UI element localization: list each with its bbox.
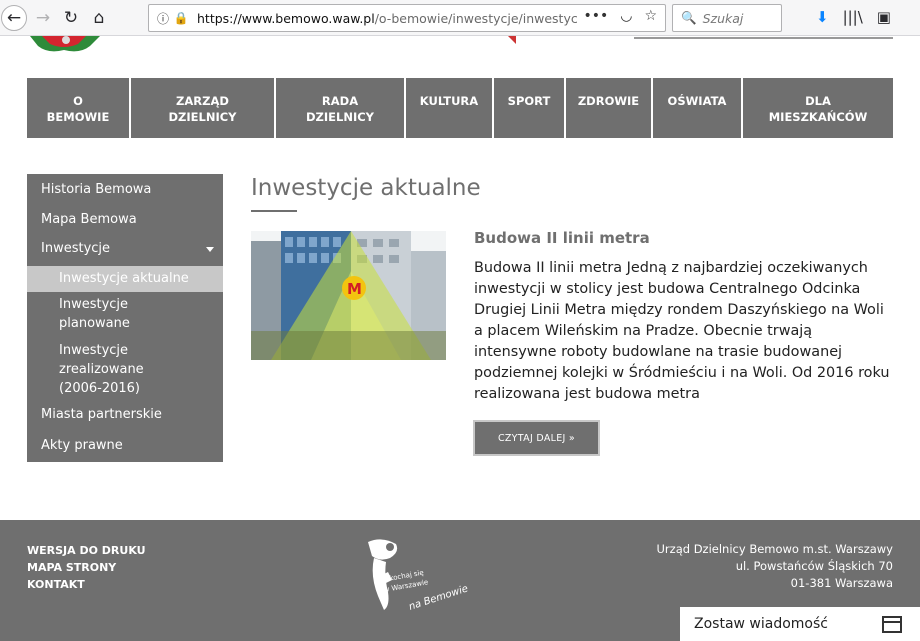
nav-rada-dzielnicy[interactable]: RADA DZIELNICY: [276, 78, 406, 138]
sidebar: Historia Bemowa Mapa Bemowa Inwestycje I…: [27, 174, 223, 462]
sidebar-sub-inwestycje-planowane[interactable]: Inwestycje planowane: [27, 295, 167, 333]
feedback-widget[interactable]: Zostaw wiadomość: [680, 607, 920, 641]
article-text: Budowa II linii metra Jedną z najbardzie…: [474, 260, 890, 402]
sidebar-item-mapa[interactable]: Mapa Bemowa: [27, 212, 223, 227]
header-divider: [634, 37, 893, 39]
address-line: 01-381 Warszawa: [790, 576, 893, 590]
nav-line: SPORT: [507, 94, 551, 108]
browser-toolbar: ← → ↻ ⌂ ⓘ 🔒 https://www.bemowo.waw.pl/o-…: [0, 0, 920, 36]
nav-line: O: [73, 94, 83, 108]
nav-oswiata[interactable]: OŚWIATA: [653, 78, 743, 138]
address-line: ul. Powstańców Śląskich 70: [735, 559, 893, 573]
info-icon[interactable]: ⓘ: [153, 10, 173, 27]
sidebar-item-inwestycje[interactable]: Inwestycje: [27, 241, 223, 261]
address-line: Urząd Dzielnicy Bemowo m.st. Warszawy: [656, 542, 893, 556]
nav-dla-mieszkancow[interactable]: DLA MIESZKAŃCÓW: [743, 78, 893, 138]
reload-button[interactable]: ↻: [59, 6, 83, 30]
address-bar[interactable]: ⓘ 🔒 https://www.bemowo.waw.pl/o-bemowie/…: [148, 4, 666, 32]
footer-address: Urząd Dzielnicy Bemowo m.st. Warszawy ul…: [657, 541, 893, 592]
nav-line: OŚWIATA: [667, 94, 727, 108]
pocket-icon[interactable]: ◡: [620, 8, 632, 24]
page-actions-icon[interactable]: •••: [583, 8, 608, 24]
lock-icon: 🔒: [173, 11, 189, 25]
search-placeholder: Szukaj: [702, 10, 744, 26]
nav-zarzad-dzielnicy[interactable]: ZARZĄD DZIELNICY: [131, 78, 276, 138]
title-underline: [251, 210, 297, 212]
sidebar-item-miasta[interactable]: Miasta partnerskie: [27, 407, 223, 422]
home-button[interactable]: ⌂: [87, 6, 111, 30]
nav-line: BEMOWIE: [46, 110, 110, 124]
nav-line: DLA: [805, 94, 831, 108]
nav-line: ZDROWIE: [577, 94, 640, 108]
nav-line: DZIELNICY: [168, 110, 237, 124]
bookmark-star-icon[interactable]: ☆: [644, 8, 657, 24]
sidebar-item-akty[interactable]: Akty prawne: [27, 438, 223, 453]
article-title[interactable]: Budowa II linii metra: [474, 229, 650, 247]
forward-button[interactable]: →: [31, 6, 55, 30]
nav-sport[interactable]: SPORT: [494, 78, 566, 138]
feedback-label: Zostaw wiadomość: [694, 616, 828, 632]
sidebar-sub-inwestycje-aktualne[interactable]: Inwestycje aktualne: [27, 266, 223, 292]
main-navigation: O BEMOWIE ZARZĄD DZIELNICY RADA DZIELNICY K…: [27, 78, 893, 138]
download-icon[interactable]: ⬇: [816, 8, 829, 26]
back-button[interactable]: ←: [1, 4, 27, 31]
library-icon[interactable]: |||\: [843, 8, 863, 26]
footer-logo[interactable]: zakochaj się w Warszawie na Bemowie: [360, 536, 484, 616]
url-host: https://www.bemowo.waw.pl: [197, 10, 375, 26]
sidebar-item-historia[interactable]: Historia Bemowa: [27, 182, 223, 197]
nav-zdrowie[interactable]: ZDROWIE: [566, 78, 653, 138]
search-icon: 🔍: [681, 10, 697, 25]
sidebar-sub-inwestycje-zrealizowane[interactable]: Inwestycje zrealizowane (2006-2016): [27, 341, 167, 398]
window-icon[interactable]: [882, 616, 902, 633]
nav-line: RADA: [321, 94, 359, 108]
nav-line: KULTURA: [419, 94, 479, 108]
article-thumbnail[interactable]: M: [251, 231, 446, 360]
nav-line: ZARZĄD: [176, 94, 229, 108]
footer-link-sitemap[interactable]: MAPA STRONY: [27, 559, 146, 576]
decorative-mark: [508, 36, 516, 44]
page-title: Inwestycje aktualne: [251, 175, 481, 201]
url-text[interactable]: https://www.bemowo.waw.pl/o-bemowie/inwe…: [197, 11, 577, 26]
sidebar-toggle-icon[interactable]: ▣: [877, 8, 891, 26]
url-path: /o-bemowie/inwestycje/inwestycje: [374, 10, 577, 26]
search-input[interactable]: 🔍 Szukaj: [672, 4, 782, 32]
caret-down-icon[interactable]: [206, 247, 214, 252]
nav-kultura[interactable]: KULTURA: [406, 78, 494, 138]
nav-o-bemowie[interactable]: O BEMOWIE: [27, 78, 131, 138]
footer-link-contact[interactable]: KONTAKT: [27, 576, 146, 593]
nav-line: DZIELNICY: [305, 110, 375, 124]
svg-text:M: M: [347, 280, 362, 298]
footer-link-print[interactable]: WERSJA DO DRUKU: [27, 542, 146, 559]
footer-links: WERSJA DO DRUKU MAPA STRONY KONTAKT: [27, 542, 146, 593]
sidebar-item-label: Inwestycje: [41, 241, 111, 256]
district-logo[interactable]: [28, 36, 102, 54]
nav-line: MIESZKAŃCÓW: [768, 110, 868, 124]
read-more-button[interactable]: CZYTAJ DALEJ »: [473, 420, 600, 456]
